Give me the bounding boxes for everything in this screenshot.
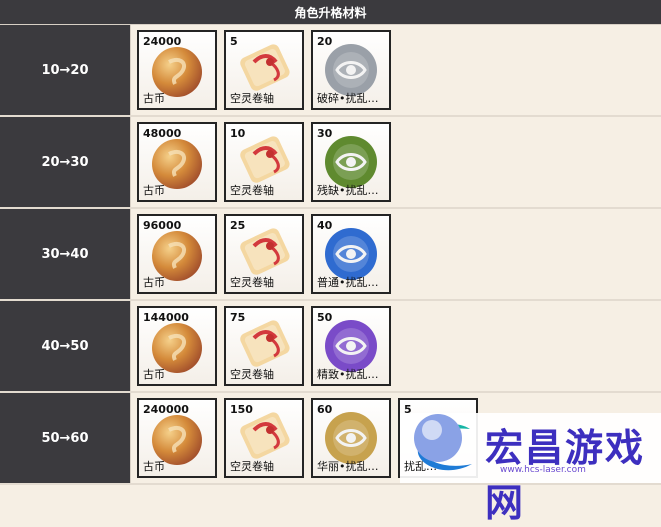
material-count: 30: [317, 127, 333, 140]
material-count: 24000: [143, 35, 182, 48]
material-name: 普通•扰乱…: [317, 276, 379, 289]
material-list: 24000 古币 5 空灵卷轴 20 破碎•扰乱…: [131, 25, 661, 115]
material-item[interactable]: 75 空灵卷轴: [224, 306, 304, 386]
materials-table: 角色升格材料 10→20 24000 古币 5 空灵卷轴 20 破碎•扰乱… 20→30…: [0, 0, 661, 525]
material-item[interactable]: 24000 古币: [137, 30, 217, 110]
material-name: 古币: [143, 460, 165, 473]
table-row: 30→40 96000 古币 25 空灵卷轴 40 普通•扰乱…: [0, 209, 661, 301]
level-range-label: 40→50: [0, 301, 131, 391]
material-item[interactable]: 50 精致•扰乱…: [311, 306, 391, 386]
material-count: 5: [404, 403, 412, 416]
material-item[interactable]: 150 空灵卷轴: [224, 398, 304, 478]
table-row: 10→20 24000 古币 5 空灵卷轴 20 破碎•扰乱…: [0, 25, 661, 117]
material-item[interactable]: 144000 古币: [137, 306, 217, 386]
material-count: 75: [230, 311, 246, 324]
material-count: 48000: [143, 127, 182, 140]
material-count: 150: [230, 403, 253, 416]
material-name: 空灵卷轴: [230, 92, 274, 105]
material-item[interactable]: 40 普通•扰乱…: [311, 214, 391, 294]
table-title: 角色升格材料: [294, 5, 367, 20]
material-item[interactable]: 20 破碎•扰乱…: [311, 30, 391, 110]
material-count: 10: [230, 127, 246, 140]
level-range-label: 50→60: [0, 393, 131, 483]
material-name: 空灵卷轴: [230, 276, 274, 289]
material-item[interactable]: 48000 古币: [137, 122, 217, 202]
level-range-label: 10→20: [0, 25, 131, 115]
material-name: 残缺•扰乱…: [317, 184, 379, 197]
watermark-url: www.hcs-laser.com: [500, 465, 586, 475]
material-count: 240000: [143, 403, 189, 416]
material-name: 古币: [143, 92, 165, 105]
level-range-label: 20→30: [0, 117, 131, 207]
material-name: 空灵卷轴: [230, 184, 274, 197]
material-item[interactable]: 240000 古币: [137, 398, 217, 478]
material-count: 20: [317, 35, 333, 48]
material-count: 144000: [143, 311, 189, 324]
material-item[interactable]: 10 空灵卷轴: [224, 122, 304, 202]
material-count: 40: [317, 219, 333, 232]
material-name: 古币: [143, 276, 165, 289]
material-item[interactable]: 30 残缺•扰乱…: [311, 122, 391, 202]
material-name: 扰乱…: [404, 460, 437, 473]
material-item[interactable]: 5 扰乱…: [398, 398, 478, 478]
material-count: 25: [230, 219, 246, 232]
material-count: 96000: [143, 219, 182, 232]
material-item[interactable]: 5 空灵卷轴: [224, 30, 304, 110]
table-row: 40→50 144000 古币 75 空灵卷轴 50 精致•扰乱…: [0, 301, 661, 393]
material-name: 古币: [143, 184, 165, 197]
table-row: 20→30 48000 古币 10 空灵卷轴 30 残缺•扰乱…: [0, 117, 661, 209]
material-list: 96000 古币 25 空灵卷轴 40 普通•扰乱…: [131, 209, 661, 299]
material-name: 破碎•扰乱…: [317, 92, 379, 105]
material-name: 华丽•扰乱…: [317, 460, 379, 473]
material-name: 空灵卷轴: [230, 460, 274, 473]
material-count: 60: [317, 403, 333, 416]
material-count: 5: [230, 35, 238, 48]
material-count: 50: [317, 311, 333, 324]
material-name: 空灵卷轴: [230, 368, 274, 381]
level-range-label: 30→40: [0, 209, 131, 299]
material-item[interactable]: 25 空灵卷轴: [224, 214, 304, 294]
material-name: 精致•扰乱…: [317, 368, 379, 381]
material-list: 48000 古币 10 空灵卷轴 30 残缺•扰乱…: [131, 117, 661, 207]
table-header: 角色升格材料: [0, 0, 661, 25]
material-name: 古币: [143, 368, 165, 381]
material-item[interactable]: 60 华丽•扰乱…: [311, 398, 391, 478]
material-item[interactable]: 96000 古币: [137, 214, 217, 294]
material-list: 144000 古币 75 空灵卷轴 50 精致•扰乱…: [131, 301, 661, 391]
